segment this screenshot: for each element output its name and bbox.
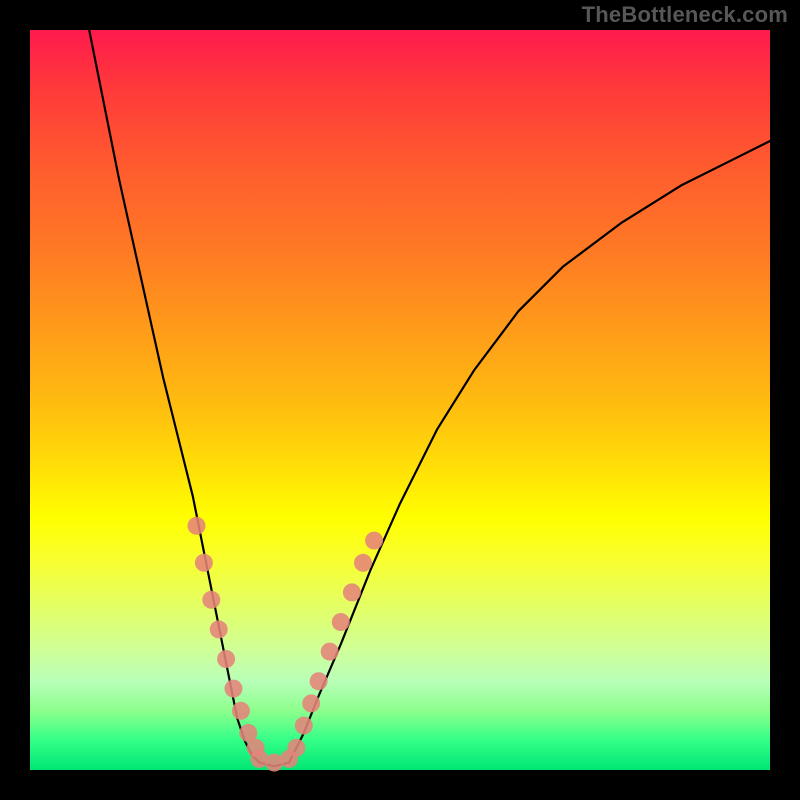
data-dot [202, 591, 220, 609]
curve-left-curve [89, 30, 259, 763]
data-dot [365, 532, 383, 550]
data-dot [195, 554, 213, 572]
data-dot [287, 739, 305, 757]
chart-frame: TheBottleneck.com [0, 0, 800, 800]
data-dot [188, 517, 206, 535]
data-dot [310, 672, 328, 690]
data-dot [225, 680, 243, 698]
curve-right-curve [289, 141, 770, 763]
data-dot [302, 694, 320, 712]
data-dot [217, 650, 235, 668]
data-dot [295, 717, 313, 735]
watermark-text: TheBottleneck.com [582, 2, 788, 28]
data-dot [321, 643, 339, 661]
plot-area [30, 30, 770, 770]
data-dot [343, 583, 361, 601]
chart-svg [30, 30, 770, 770]
data-dot [232, 702, 250, 720]
data-dot [354, 554, 372, 572]
data-dot [210, 620, 228, 638]
series-container [89, 30, 770, 772]
data-dot [332, 613, 350, 631]
